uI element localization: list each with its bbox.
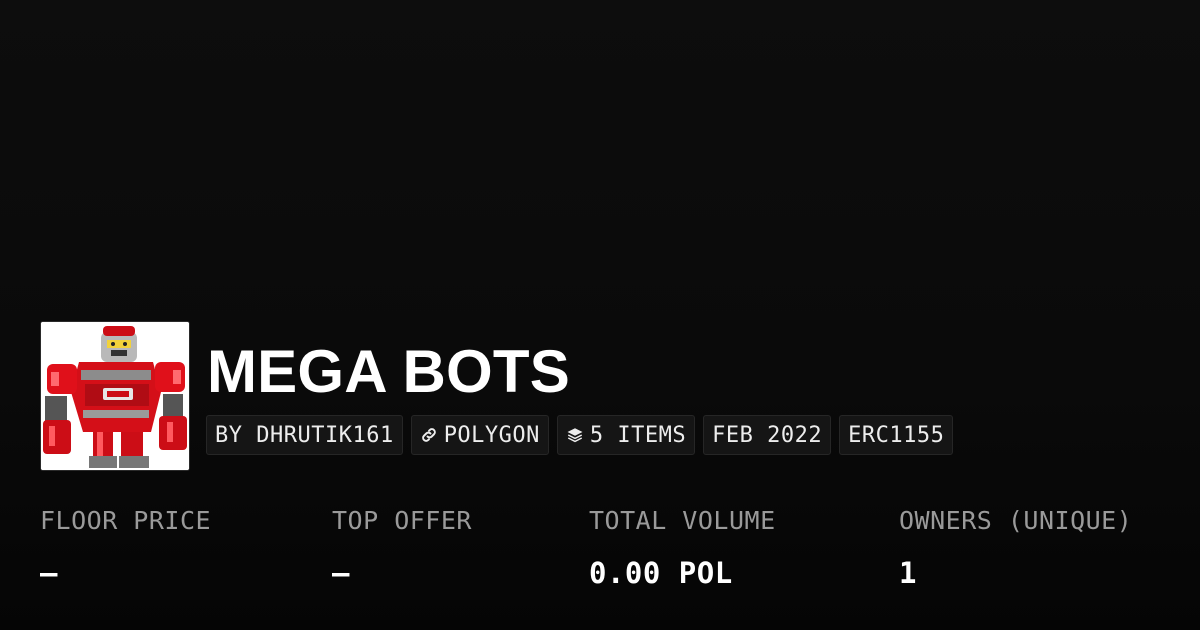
floor-price-label: FLOOR PRICE <box>40 506 212 535</box>
standard-label: ERC1155 <box>848 422 945 448</box>
stat-top-offer: TOP OFFER — <box>332 506 472 590</box>
top-offer-value: — <box>332 556 350 590</box>
stat-total-volume: TOTAL VOLUME 0.00 POL <box>589 506 776 590</box>
total-volume-label: TOTAL VOLUME <box>589 506 776 535</box>
items-tag[interactable]: 5 ITEMS <box>556 415 696 455</box>
creator-tag[interactable]: BY DHRUTIK161 <box>206 415 403 455</box>
link-icon <box>420 426 438 444</box>
total-volume-value: 0.00 POL <box>589 556 733 590</box>
robot-avatar-image <box>41 322 189 470</box>
floor-price-value: — <box>40 556 58 590</box>
chain-label: POLYGON <box>443 422 540 448</box>
collection-avatar[interactable] <box>40 321 190 471</box>
standard-tag: ERC1155 <box>839 415 954 455</box>
top-offer-label: TOP OFFER <box>332 506 472 535</box>
stat-floor-price: FLOOR PRICE — <box>40 506 211 590</box>
owners-value: 1 <box>899 556 917 590</box>
date-tag: FEB 2022 <box>703 415 832 455</box>
chain-tag[interactable]: POLYGON <box>410 415 549 455</box>
owners-label: OWNERS (UNIQUE) <box>899 506 1133 535</box>
collection-card: MEGA BOTS BY DHRUTIK161 POLYGON 5 ITEMS … <box>0 0 1200 630</box>
date-label: FEB 2022 <box>712 422 823 448</box>
collection-title: MEGA BOTS <box>207 338 570 405</box>
creator-label: BY DHRUTIK161 <box>215 422 394 448</box>
collection-tags: BY DHRUTIK161 POLYGON 5 ITEMS FEB 2022 E… <box>206 415 954 455</box>
items-label: 5 ITEMS <box>589 422 687 448</box>
layers-icon <box>566 426 584 444</box>
stat-owners: OWNERS (UNIQUE) 1 <box>899 506 1132 590</box>
